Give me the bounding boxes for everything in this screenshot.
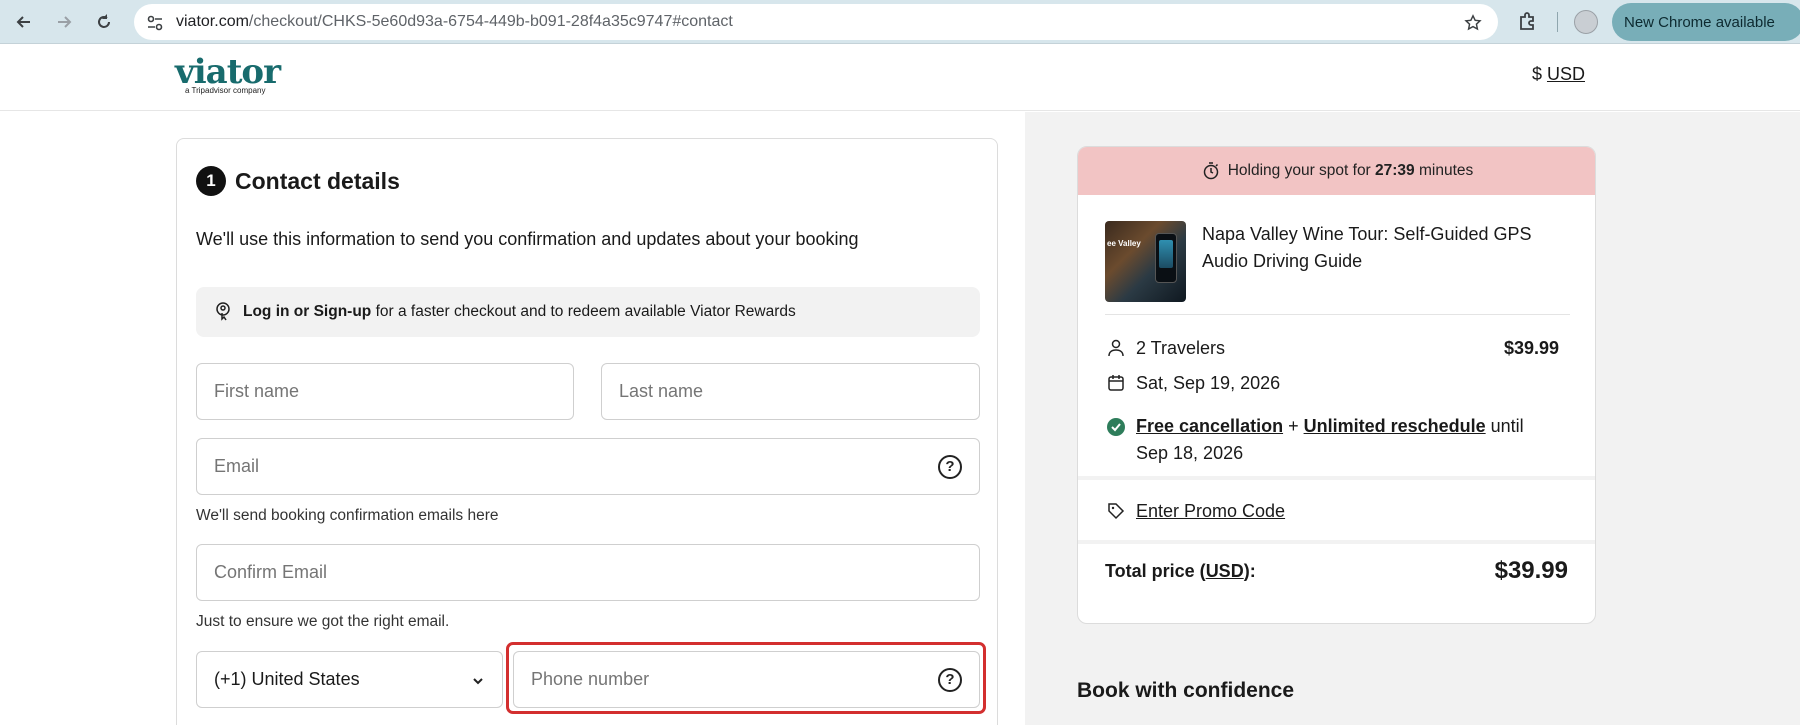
bookmark-star-icon[interactable] xyxy=(1462,12,1484,34)
promo-code-link[interactable]: Enter Promo Code xyxy=(1136,501,1285,522)
forward-icon[interactable] xyxy=(50,8,78,36)
chrome-update-button[interactable]: New Chrome available xyxy=(1612,3,1800,41)
section-title: Contact details xyxy=(235,168,400,194)
url-text: viator.com/checkout/CHKS-5e60d93a-6754-4… xyxy=(176,13,733,31)
total-suffix: ): xyxy=(1243,561,1256,581)
hold-suffix: minutes xyxy=(1414,162,1474,179)
book-with-confidence-heading: Book with confidence xyxy=(1077,679,1295,702)
viator-logo[interactable]: viator a Tripadvisor company xyxy=(175,52,281,95)
hold-prefix: Holding your spot for xyxy=(1227,162,1376,179)
phone-field-highlight xyxy=(506,642,986,714)
calendar-icon xyxy=(1105,372,1127,394)
item-price: $39.99 xyxy=(1503,338,1559,358)
site-header: viator a Tripadvisor company $ USD xyxy=(0,44,1800,111)
check-circle-icon xyxy=(1105,416,1127,438)
section-divider xyxy=(1078,540,1595,544)
url-host: viator.com xyxy=(176,13,249,30)
hold-timer-bar: Holding your spot for 27:39 minutes xyxy=(1078,147,1595,195)
reload-icon[interactable] xyxy=(90,8,118,36)
browser-toolbar: viator.com/checkout/CHKS-5e60d93a-6754-4… xyxy=(0,0,1800,44)
extensions-icon[interactable] xyxy=(1516,10,1540,34)
person-icon xyxy=(1105,337,1127,359)
total-prefix: Total price ( xyxy=(1105,561,1206,581)
confirm-email-hint: Just to ensure we got the right email. xyxy=(196,613,450,630)
login-prompt[interactable]: Log in or Sign-up for a faster checkout … xyxy=(196,287,980,337)
tag-icon xyxy=(1105,500,1127,522)
confirm-email-input[interactable] xyxy=(214,545,840,600)
login-text: Log in or Sign-up for a faster checkout … xyxy=(243,303,796,321)
total-currency-link[interactable]: USD xyxy=(1206,561,1244,581)
logo-wordmark: viator xyxy=(175,52,281,92)
section-divider xyxy=(1078,476,1595,480)
country-code-value: (+1) United States xyxy=(214,669,360,689)
phone-graphic xyxy=(1155,233,1177,283)
login-link[interactable]: Log in or Sign-up xyxy=(243,303,371,320)
confirm-email-field[interactable] xyxy=(196,544,980,601)
hold-time: 27:39 xyxy=(1375,162,1415,179)
toolbar-separator xyxy=(1557,12,1558,32)
travelers-count: 2 Travelers xyxy=(1136,338,1226,358)
currency-symbol: $ xyxy=(1531,64,1542,84)
first-name-input[interactable] xyxy=(214,364,515,419)
email-hint: We'll send booking confirmation emails h… xyxy=(196,507,499,524)
free-cancellation-link[interactable]: Free cancellation xyxy=(1136,416,1283,436)
hold-timer-text: Holding your spot for 27:39 minutes xyxy=(1228,162,1474,180)
tour-date: Sat, Sep 19, 2026 xyxy=(1136,373,1281,393)
divider xyxy=(1105,314,1570,315)
contact-details-card: 1 Contact details We'll use this informa… xyxy=(176,138,998,725)
email-field[interactable]: ? xyxy=(196,438,980,495)
help-icon[interactable]: ? xyxy=(938,454,962,479)
total-price-value: $39.99 xyxy=(1494,557,1568,584)
unlimited-reschedule-link[interactable]: Unlimited reschedule xyxy=(1304,416,1486,436)
thumbnail-caption: ee Valley xyxy=(1107,239,1141,248)
site-info-icon[interactable] xyxy=(144,12,166,34)
total-price-label: Total price (USD): xyxy=(1105,561,1256,582)
stopwatch-icon xyxy=(1203,162,1218,180)
address-bar[interactable]: viator.com/checkout/CHKS-5e60d93a-6754-4… xyxy=(134,4,1498,40)
login-description: for a faster checkout and to redeem avai… xyxy=(371,303,796,320)
back-icon[interactable] xyxy=(10,8,38,36)
order-summary-card: Holding your spot for 27:39 minutes ee V… xyxy=(1077,146,1596,624)
user-touch-icon xyxy=(214,301,236,323)
section-description: We'll use this information to send you c… xyxy=(196,229,859,249)
country-code-select[interactable]: (+1) United States xyxy=(196,651,503,708)
last-name-field[interactable] xyxy=(601,363,980,420)
first-name-field[interactable] xyxy=(196,363,574,420)
url-path: /checkout/CHKS-5e60d93a-6754-449b-b091-2… xyxy=(248,13,733,30)
currency-code[interactable]: USD xyxy=(1547,64,1585,84)
tour-thumbnail[interactable]: ee Valley xyxy=(1105,221,1186,302)
tour-title[interactable]: Napa Valley Wine Tour: Self-Guided GPS A… xyxy=(1202,221,1562,275)
currency-selector[interactable]: $ USD xyxy=(1532,64,1585,85)
profile-avatar[interactable] xyxy=(1574,10,1598,34)
last-name-input[interactable] xyxy=(619,364,921,419)
plus-text: + xyxy=(1283,416,1304,436)
cancellation-policy: Free cancellation + Unlimited reschedule… xyxy=(1136,413,1556,467)
chevron-down-icon xyxy=(472,674,484,686)
email-input[interactable] xyxy=(214,439,840,494)
step-number-badge: 1 xyxy=(196,166,226,196)
